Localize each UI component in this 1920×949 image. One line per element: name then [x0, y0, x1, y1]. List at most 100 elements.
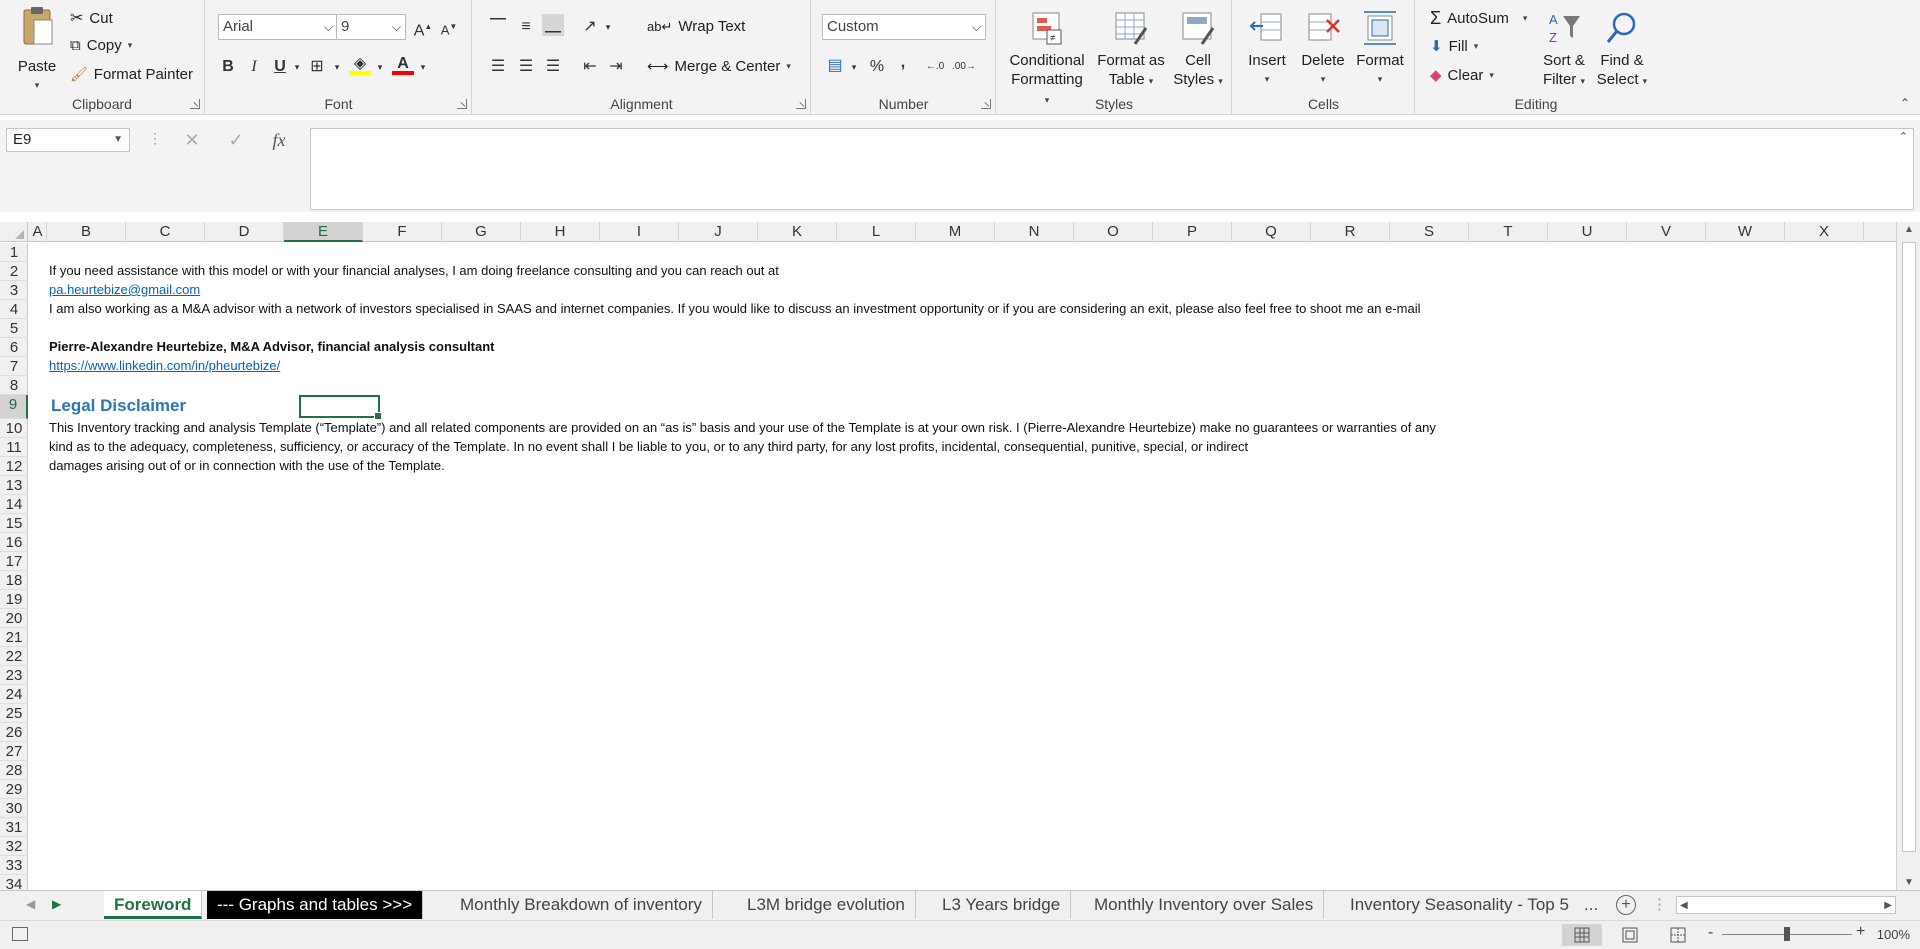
- column-header-n[interactable]: N: [995, 222, 1074, 242]
- align-right-icon[interactable]: ☰: [542, 56, 564, 78]
- column-header-l[interactable]: L: [837, 222, 916, 242]
- zoom-out-button[interactable]: -: [1708, 924, 1713, 942]
- cell-b6[interactable]: Pierre-Alexandre Heurtebize, M&A Advisor…: [49, 339, 495, 354]
- format-as-table-button[interactable]: Format as Table ▾: [1093, 10, 1169, 91]
- cell-b2[interactable]: If you need assistance with this model o…: [49, 263, 779, 278]
- fill-button[interactable]: ⬇ Fill ▾: [1430, 37, 1478, 56]
- scroll-up-icon[interactable]: ▲: [1904, 224, 1914, 235]
- column-header-c[interactable]: C: [126, 222, 205, 242]
- column-header-r[interactable]: R: [1311, 222, 1390, 242]
- decrease-indent-icon[interactable]: ⇤: [579, 56, 601, 78]
- cancel-icon[interactable]: ✕: [184, 130, 199, 151]
- disclaimer-title[interactable]: Legal Disclaimer: [51, 396, 186, 416]
- column-header-p[interactable]: P: [1153, 222, 1232, 242]
- format-cells-button[interactable]: Format ▾: [1351, 10, 1409, 89]
- tab-more[interactable]: ...: [1578, 891, 1604, 919]
- row-header-1[interactable]: 1: [0, 243, 28, 262]
- horizontal-scrollbar[interactable]: ◀ ▶: [1676, 896, 1896, 914]
- row-header-2[interactable]: 2: [0, 262, 28, 281]
- row-header-8[interactable]: 8: [0, 376, 28, 395]
- row-header-20[interactable]: 20: [0, 609, 28, 628]
- format-painter-button[interactable]: 🖌 Format Painter: [70, 66, 193, 83]
- row-header-26[interactable]: 26: [0, 723, 28, 742]
- row-header-13[interactable]: 13: [0, 476, 28, 495]
- scroll-down-icon[interactable]: ▼: [1904, 877, 1914, 888]
- cell-b4[interactable]: I am also working as a M&A advisor with …: [49, 301, 1420, 316]
- column-header-h[interactable]: H: [521, 222, 600, 242]
- tab-scroll-right-icon[interactable]: ▶: [52, 897, 61, 911]
- insert-function-button[interactable]: fx: [273, 130, 286, 151]
- clipboard-launcher-icon[interactable]: [190, 99, 200, 109]
- merge-dropdown-icon[interactable]: ▾: [786, 61, 791, 72]
- column-header-w[interactable]: W: [1706, 222, 1785, 242]
- column-header-s[interactable]: S: [1390, 222, 1469, 242]
- row-header-18[interactable]: 18: [0, 571, 28, 590]
- font-launcher-icon[interactable]: [457, 99, 467, 109]
- select-all-corner[interactable]: [0, 222, 28, 242]
- tab-inventory-seasonality[interactable]: Inventory Seasonality - Top 5: [1340, 891, 1579, 919]
- cell-b10[interactable]: This Inventory tracking and analysis Tem…: [49, 420, 1436, 435]
- collapse-ribbon-icon[interactable]: ⌃: [1900, 96, 1910, 110]
- name-box[interactable]: E9 ▼: [6, 128, 130, 152]
- scroll-right-icon[interactable]: ▶: [1884, 900, 1892, 911]
- row-header-28[interactable]: 28: [0, 761, 28, 780]
- align-bottom-icon[interactable]: ⎽: [542, 14, 564, 36]
- align-top-icon[interactable]: ⎺: [487, 16, 509, 38]
- fill-color-dropdown-icon[interactable]: ▾: [369, 56, 391, 78]
- tab-monthly-inventory-sales[interactable]: Monthly Inventory over Sales: [1084, 891, 1325, 919]
- italic-button[interactable]: I: [243, 56, 265, 78]
- row-header-30[interactable]: 30: [0, 799, 28, 818]
- find-select-button[interactable]: Find & Select ▾: [1594, 10, 1650, 91]
- column-header-i[interactable]: I: [600, 222, 679, 242]
- page-layout-button[interactable]: [1610, 924, 1650, 946]
- copy-button[interactable]: ⧉ Copy ▾: [70, 37, 132, 54]
- row-header-11[interactable]: 11: [0, 438, 28, 457]
- align-middle-icon[interactable]: ≡: [515, 16, 537, 38]
- enter-icon[interactable]: ✓: [229, 130, 244, 151]
- column-header-m[interactable]: M: [916, 222, 995, 242]
- column-header-f[interactable]: F: [363, 222, 442, 242]
- row-header-25[interactable]: 25: [0, 704, 28, 723]
- cell-styles-button[interactable]: Cell Styles ▾: [1169, 10, 1227, 91]
- row-header-29[interactable]: 29: [0, 780, 28, 799]
- conditional-formatting-button[interactable]: ≠ Conditional Formatting ▾: [1007, 10, 1087, 110]
- row-header-23[interactable]: 23: [0, 666, 28, 685]
- row-header-17[interactable]: 17: [0, 552, 28, 571]
- column-header-q[interactable]: Q: [1232, 222, 1311, 242]
- row-header-14[interactable]: 14: [0, 495, 28, 514]
- row-header-4[interactable]: 4: [0, 300, 28, 319]
- tab-foreword[interactable]: Foreword: [104, 891, 203, 919]
- tab-scroll-left-icon[interactable]: ◀: [26, 897, 35, 911]
- column-header-a[interactable]: A: [29, 222, 47, 242]
- column-header-d[interactable]: D: [205, 222, 284, 242]
- font-color-icon[interactable]: A: [392, 53, 414, 75]
- column-header-v[interactable]: V: [1627, 222, 1706, 242]
- tab-l3-years-bridge[interactable]: L3 Years bridge: [932, 891, 1072, 919]
- wrap-text-button[interactable]: ab↵ Wrap Text: [647, 18, 745, 35]
- merge-center-button[interactable]: ⟷ Merge & Center ▾: [647, 57, 791, 76]
- column-header-k[interactable]: K: [758, 222, 837, 242]
- number-launcher-icon[interactable]: [981, 99, 991, 109]
- row-header-3[interactable]: 3: [0, 281, 28, 300]
- column-header-x[interactable]: X: [1785, 222, 1864, 242]
- row-header-12[interactable]: 12: [0, 457, 28, 476]
- column-header-o[interactable]: O: [1074, 222, 1153, 242]
- tab-monthly-breakdown[interactable]: Monthly Breakdown of inventory: [450, 891, 713, 919]
- align-left-icon[interactable]: ☰: [487, 56, 509, 78]
- increase-indent-icon[interactable]: ⇥: [605, 56, 627, 78]
- fill-color-icon[interactable]: ◈: [349, 53, 371, 75]
- borders-icon[interactable]: ⊞: [306, 56, 328, 78]
- zoom-in-button[interactable]: +: [1856, 923, 1865, 941]
- decrease-font-icon[interactable]: A▼: [438, 16, 460, 38]
- worksheet[interactable]: If you need assistance with this model o…: [29, 243, 1896, 890]
- insert-button[interactable]: Insert ▾: [1241, 10, 1293, 89]
- delete-button[interactable]: Delete ▾: [1295, 10, 1351, 89]
- orientation-dropdown-icon[interactable]: ▾: [597, 16, 619, 38]
- font-color-dropdown-icon[interactable]: ▾: [412, 56, 434, 78]
- decrease-decimal-icon[interactable]: .00→: [952, 56, 976, 78]
- sort-filter-button[interactable]: A Z Sort & Filter ▾: [1536, 10, 1592, 91]
- column-header-b[interactable]: B: [47, 222, 126, 242]
- paste-button[interactable]: Paste ▾: [14, 6, 60, 95]
- selected-cell-e9[interactable]: [299, 395, 382, 420]
- row-header-33[interactable]: 33: [0, 856, 28, 875]
